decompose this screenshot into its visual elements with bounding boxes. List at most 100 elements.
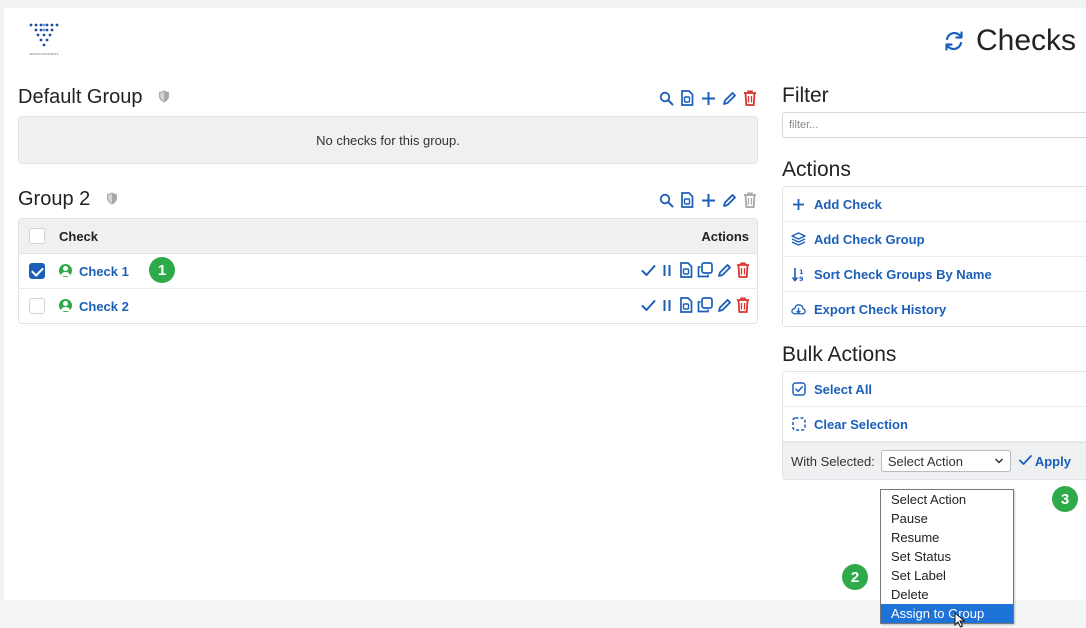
- check-icon[interactable]: [640, 297, 656, 313]
- dropdown-option[interactable]: Set Label: [881, 566, 1013, 585]
- check-icon[interactable]: [640, 262, 656, 278]
- trash-icon[interactable]: [735, 262, 751, 278]
- step-badge-2: 2: [842, 564, 868, 590]
- bulk-action-select-value: Select Action: [887, 453, 963, 469]
- cloud-download-icon: [791, 302, 806, 317]
- page-header: Checks: [942, 16, 1076, 66]
- search-icon[interactable]: [658, 192, 674, 208]
- page-title: Checks: [976, 24, 1077, 57]
- bulk-action-select[interactable]: Select Action: [880, 450, 1011, 472]
- check-name-link[interactable]: Check 1: [79, 264, 129, 279]
- search-icon[interactable]: [658, 90, 674, 106]
- bulk-action-dropdown: Select Action Pause Resume Set Status Se…: [880, 489, 1014, 624]
- check-name-link[interactable]: Check 2: [79, 299, 129, 314]
- clear-selection-label: Clear Selection: [814, 416, 908, 432]
- status-up-icon: [59, 299, 72, 312]
- row-checkbox[interactable]: [29, 298, 45, 314]
- group-2: Group 2 Check Actions Check 1 1 Check 2: [18, 186, 758, 324]
- sort-icon: 19: [791, 267, 806, 282]
- mouse-cursor-icon: [954, 612, 966, 628]
- row-actions: [640, 262, 751, 278]
- group-name: Default Group: [18, 86, 143, 108]
- actions-title: Actions: [782, 158, 851, 181]
- svg-text:9: 9: [799, 275, 804, 282]
- dropdown-option-highlighted[interactable]: Assign to Group: [881, 604, 1013, 623]
- dropdown-option[interactable]: Delete: [881, 585, 1013, 604]
- pencil-icon[interactable]: [721, 192, 737, 208]
- pause-icon[interactable]: [659, 297, 675, 313]
- copy-icon[interactable]: [697, 297, 713, 313]
- pdf-icon[interactable]: [679, 192, 695, 208]
- group-title: Default Group: [18, 86, 170, 109]
- sort-check-groups-button[interactable]: 19 Sort Check Groups By Name: [783, 257, 1086, 292]
- table-row: Check 1 1: [19, 254, 757, 289]
- apply-label: Apply: [1034, 453, 1071, 469]
- filter-input[interactable]: [782, 112, 1086, 138]
- export-check-history-label: Export Check History: [814, 301, 947, 317]
- table-header: Check Actions: [19, 219, 757, 254]
- group-default: Default Group No checks for this group.: [18, 84, 758, 164]
- pause-icon[interactable]: [659, 262, 675, 278]
- select-all-button[interactable]: Select All: [783, 372, 1086, 407]
- checkmark-icon: [1018, 454, 1032, 469]
- logo-caption: SMARTFORTRESS: [29, 52, 59, 56]
- shield-icon: [106, 188, 118, 211]
- sort-check-groups-label: Sort Check Groups By Name: [814, 266, 992, 282]
- step-badge-1: 1: [149, 257, 175, 283]
- group-header: Default Group: [18, 84, 758, 114]
- shield-icon: [158, 86, 170, 109]
- pdf-icon[interactable]: [678, 262, 694, 278]
- dashed-square-icon: [791, 417, 806, 432]
- select-all-label: Select All: [814, 381, 873, 397]
- export-check-history-button[interactable]: Export Check History: [783, 292, 1086, 326]
- column-header-check: Check: [59, 229, 99, 244]
- dropdown-option[interactable]: Select Action: [881, 490, 1013, 509]
- group-header: Group 2: [18, 186, 758, 216]
- group-tools: [658, 90, 758, 106]
- apply-button[interactable]: Apply: [1018, 453, 1071, 469]
- plus-icon[interactable]: [700, 90, 716, 106]
- pencil-icon[interactable]: [721, 90, 737, 106]
- pdf-icon[interactable]: [679, 90, 695, 106]
- status-up-icon: [59, 264, 72, 277]
- bulk-actions-title: Bulk Actions: [782, 343, 897, 366]
- clear-selection-button[interactable]: Clear Selection: [783, 407, 1086, 442]
- add-check-button[interactable]: Add Check: [783, 187, 1086, 222]
- sidebar-panel: Filter Actions Add Check Add Check Group…: [782, 84, 1086, 480]
- dropdown-option[interactable]: Set Status: [881, 547, 1013, 566]
- column-header-actions: Actions: [701, 229, 749, 244]
- with-selected-label: With Selected:: [791, 453, 875, 469]
- row-actions: [640, 297, 751, 313]
- dropdown-option[interactable]: Resume: [881, 528, 1013, 547]
- checkbox-checked-icon: [791, 382, 806, 397]
- trash-icon[interactable]: [735, 297, 751, 313]
- pencil-icon[interactable]: [716, 262, 732, 278]
- pencil-icon[interactable]: [716, 297, 732, 313]
- plus-icon[interactable]: [700, 192, 716, 208]
- select-all-checkbox[interactable]: [29, 228, 45, 244]
- row-checkbox[interactable]: [29, 263, 45, 279]
- app-logo[interactable]: SMARTFORTRESS: [26, 22, 62, 58]
- trash-icon[interactable]: [742, 90, 758, 106]
- refresh-icon[interactable]: [942, 29, 966, 53]
- logo-mark: [29, 23, 59, 47]
- group-title: Group 2: [18, 188, 118, 211]
- copy-icon[interactable]: [697, 262, 713, 278]
- pdf-icon[interactable]: [678, 297, 694, 313]
- checks-table: Check Actions Check 1 1 Check 2: [18, 218, 758, 324]
- group-name: Group 2: [18, 188, 91, 210]
- chevron-down-icon: [994, 454, 1004, 471]
- plus-icon: [791, 197, 806, 212]
- add-check-label: Add Check: [814, 196, 882, 212]
- layers-icon: [791, 232, 806, 247]
- bulk-actions-list: Select All Clear Selection With Selected…: [782, 371, 1086, 480]
- actions-list: Add Check Add Check Group 19 Sort Check …: [782, 186, 1086, 327]
- add-check-group-button[interactable]: Add Check Group: [783, 222, 1086, 257]
- filter-title: Filter: [782, 84, 829, 107]
- table-row: Check 2: [19, 289, 757, 323]
- dropdown-option[interactable]: Pause: [881, 509, 1013, 528]
- empty-group-message: No checks for this group.: [18, 116, 758, 164]
- add-check-group-label: Add Check Group: [814, 231, 925, 247]
- with-selected-bar: With Selected: Select Action Apply: [783, 442, 1086, 479]
- trash-icon[interactable]: [742, 192, 758, 208]
